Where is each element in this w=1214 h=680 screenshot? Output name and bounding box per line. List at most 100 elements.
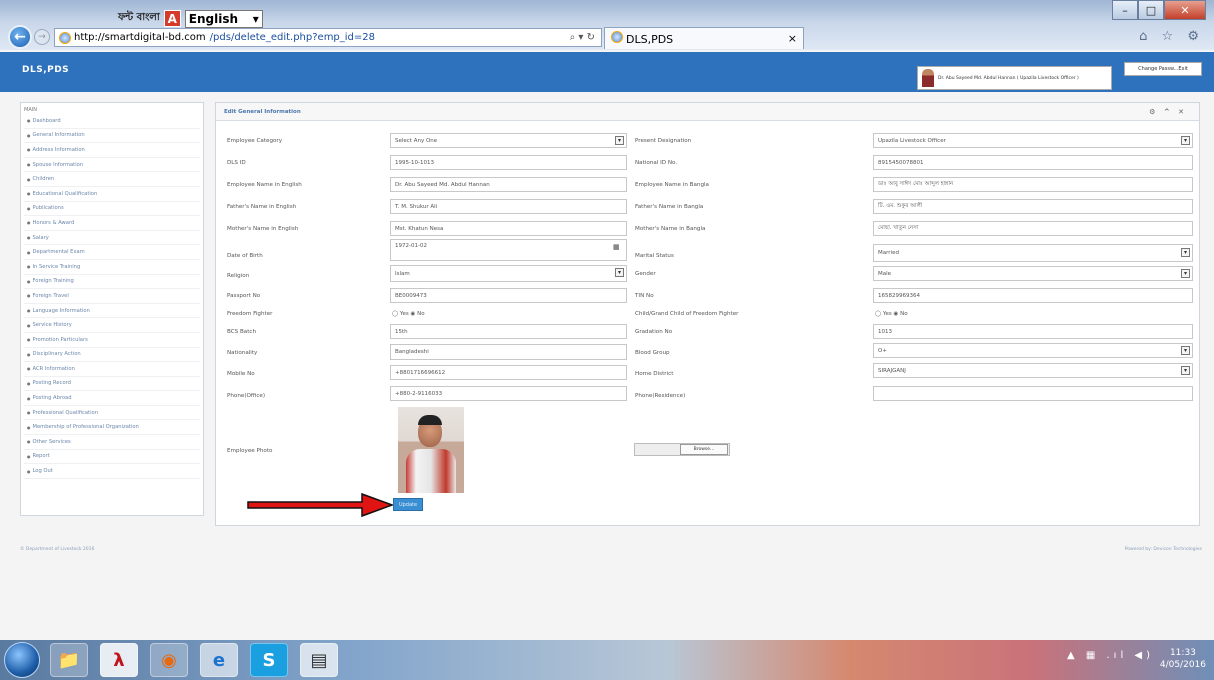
blood-group-select[interactable]: O+ ▾	[873, 343, 1193, 358]
panel-controls[interactable]: ⚙ ^ ✕	[1149, 108, 1187, 116]
tin-input[interactable]: 165829969364	[873, 288, 1193, 303]
freedom-fighter-label: Freedom Fighter	[227, 311, 273, 317]
notepad-taskbar-icon[interactable]: ▤	[300, 643, 338, 677]
dob-value: 1972-01-02	[395, 243, 427, 249]
footer-copyright: © Department of Livestock 2016	[20, 547, 95, 552]
bcs-batch-input[interactable]: 15th	[390, 324, 627, 339]
calendar-icon[interactable]: ▦	[613, 243, 620, 251]
dls-id-input[interactable]: 1995-10-1013	[390, 155, 627, 170]
change-password-button[interactable]: Change Passw...Exit	[1124, 62, 1202, 76]
address-controls[interactable]: ⌕ ▾ ↻	[570, 32, 595, 43]
passport-input[interactable]: BE0009473	[390, 288, 627, 303]
browser-toolbar-icons[interactable]: ⌂ ☆ ⚙	[1139, 29, 1204, 44]
sidebar-item-salary[interactable]: Salary	[24, 231, 200, 246]
passport-label: Passport No	[227, 293, 261, 299]
ime-language-select[interactable]: English ▾	[184, 9, 263, 28]
name-en-input[interactable]: Dr. Abu Sayeed Md. Abdul Hannan	[390, 177, 627, 192]
update-button[interactable]: Update	[393, 498, 423, 511]
acrobat-taskbar-icon[interactable]: λ	[100, 643, 138, 677]
address-bar[interactable]: http://smartdigital-bd.com/pds/delete_ed…	[54, 28, 602, 47]
mobile-label: Mobile No	[227, 371, 255, 377]
father-bn-label: Father's Name in Bangla	[635, 204, 704, 210]
sidebar-item-general-information[interactable]: General Information	[24, 129, 200, 144]
sidebar-item-professional-qualification[interactable]: Professional Qualification	[24, 406, 200, 421]
sidebar-item-disciplinary-action[interactable]: Disciplinary Action	[24, 348, 200, 363]
chevron-down-icon: ▾	[615, 136, 624, 145]
ff-child-radio[interactable]: ◯ Yes ◉ No	[875, 311, 908, 317]
sidebar-item-honors-award[interactable]: Honors & Award	[24, 216, 200, 231]
close-window-button[interactable]: ✕	[1164, 0, 1206, 20]
sidebar-item-promotion-particulars[interactable]: Promotion Particulars	[24, 333, 200, 348]
sidebar-item-membership[interactable]: Membership of Professional Organization	[24, 420, 200, 436]
sidebar-item-report[interactable]: Report	[24, 450, 200, 465]
sidebar-item-acr-information[interactable]: ACR Information	[24, 362, 200, 377]
home-district-select[interactable]: SIRAJGANJ ▾	[873, 363, 1193, 378]
sidebar-item-other-services[interactable]: Other Services	[24, 435, 200, 450]
blood-group-label: Blood Group	[635, 350, 670, 356]
sidebar-item-foreign-travel[interactable]: Foreign Travel	[24, 289, 200, 304]
phone-office-input[interactable]: +880-2-9116033	[390, 386, 627, 401]
start-button[interactable]	[4, 642, 40, 678]
father-bn-input[interactable]: টি. এম. শুকুর আলী	[873, 199, 1193, 214]
system-tray[interactable]: ▲ ▦ .ıl ◀)	[1067, 650, 1154, 661]
national-id-input[interactable]: 8915450078801	[873, 155, 1193, 170]
app-brand[interactable]: DLS,PDS	[22, 65, 69, 75]
clock[interactable]: 11:33 4/05/2016	[1160, 647, 1206, 671]
firefox-taskbar-icon[interactable]: ◉	[150, 643, 188, 677]
minimize-button[interactable]: –	[1112, 0, 1138, 20]
forward-button[interactable]: →	[34, 29, 50, 45]
mobile-input[interactable]: +8801716696612	[390, 365, 627, 380]
sidebar-item-foreign-training[interactable]: Foreign Training	[24, 275, 200, 290]
sidebar-item-departmental-exam[interactable]: Departmental Exam	[24, 245, 200, 260]
user-profile-box[interactable]: Dr. Abu Sayeed Md. Abdul Hannan ( Upazil…	[917, 66, 1112, 90]
father-en-input[interactable]: T. M. Shukur Ali	[390, 199, 627, 214]
ime-logo-icon[interactable]: A	[163, 10, 181, 27]
present-designation-select[interactable]: Upazila Livestock Officer ▾	[873, 133, 1193, 148]
sidebar-item-dashboard[interactable]: Dashboard	[24, 114, 200, 129]
sidebar-item-log-out[interactable]: Log Out	[24, 464, 200, 479]
ie-taskbar-icon[interactable]: e	[200, 643, 238, 677]
mother-bn-input[interactable]: মোছা. খাতুন নেসা	[873, 221, 1193, 236]
employee-category-select[interactable]: Select Any One ▾	[390, 133, 627, 148]
sidebar-item-posting-record[interactable]: Posting Record	[24, 377, 200, 392]
sidebar-item-spouse-information[interactable]: Spouse Information	[24, 158, 200, 173]
mother-en-input[interactable]: Mst. Khatun Nesa	[390, 221, 627, 236]
sidebar-item-publications[interactable]: Publications	[24, 202, 200, 217]
back-button[interactable]: ←	[8, 25, 32, 49]
browse-button[interactable]: Browse...	[680, 444, 728, 455]
marital-select[interactable]: Married ▾	[873, 244, 1193, 262]
chevron-down-icon: ▾	[252, 11, 259, 26]
mother-en-label: Mother's Name in English	[227, 226, 299, 232]
sidebar-item-educational-qualification[interactable]: Educational Qualification	[24, 187, 200, 202]
maximize-button[interactable]: □	[1138, 0, 1164, 20]
gender-select[interactable]: Male ▾	[873, 266, 1193, 281]
name-bn-input[interactable]: ডাঃ আবু সাঈদ মোঃ আব্দুল হান্নান	[873, 177, 1193, 192]
sidebar-item-service-history[interactable]: Service History	[24, 318, 200, 333]
chevron-down-icon: ▾	[1181, 136, 1190, 145]
footer-powered-by[interactable]: Powered by: Devicon Technologies	[1125, 547, 1202, 552]
religion-label: Religion	[227, 273, 250, 279]
explorer-taskbar-icon[interactable]: 📁	[50, 643, 88, 677]
browser-tab[interactable]: DLS,PDS ×	[604, 27, 804, 49]
gradation-input[interactable]: 1013	[873, 324, 1193, 339]
nationality-input[interactable]: Bangladeshi	[390, 344, 627, 360]
sidebar-item-children[interactable]: Children	[24, 172, 200, 187]
sidebar-item-posting-abroad[interactable]: Posting Abroad	[24, 391, 200, 406]
dls-id-label: DLS ID	[227, 160, 246, 166]
bcs-batch-label: BCS Batch	[227, 329, 257, 335]
name-en-label: Employee Name in English	[227, 182, 302, 188]
dob-input[interactable]: 1972-01-02	[390, 239, 627, 261]
clock-time: 11:33	[1169, 648, 1196, 658]
blood-group-value: O+	[878, 347, 887, 354]
sidebar-item-address-information[interactable]: Address Information	[24, 143, 200, 158]
ime-bangla-label[interactable]: ফন্ট বাংলা	[118, 10, 160, 27]
sidebar-item-language-information[interactable]: Language Information	[24, 304, 200, 319]
avatar	[922, 69, 934, 87]
phone-residence-input[interactable]	[873, 386, 1193, 401]
nationality-label: Nationality	[227, 350, 258, 356]
skype-taskbar-icon[interactable]: S	[250, 643, 288, 677]
sidebar-item-in-service-training[interactable]: In Service Training	[24, 260, 200, 275]
religion-select[interactable]: Islam ▾	[390, 265, 627, 282]
tab-close-icon[interactable]: ×	[788, 32, 797, 45]
freedom-fighter-radio[interactable]: ◯ Yes ◉ No	[392, 311, 425, 317]
